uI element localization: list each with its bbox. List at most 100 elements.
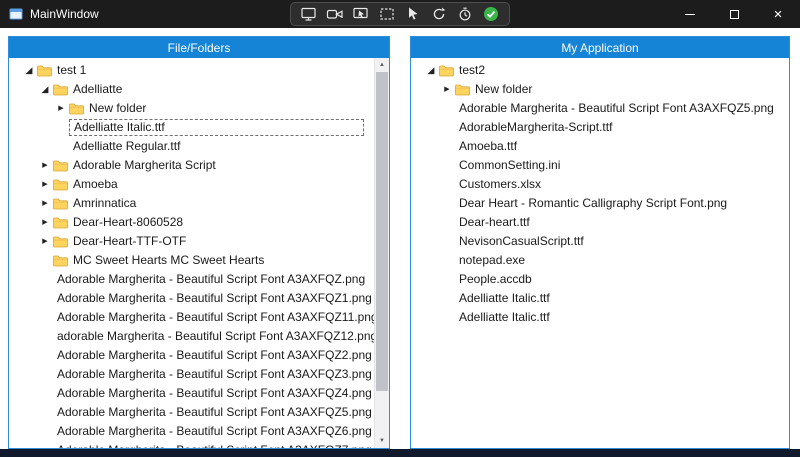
screen-demo-icon[interactable] — [350, 4, 372, 24]
expander-collapsed-icon[interactable]: ▶ — [37, 213, 53, 232]
expander-collapsed-icon[interactable]: ▶ — [53, 99, 69, 118]
tree-item-file[interactable]: Adorable Margherita - Beautiful Script F… — [9, 308, 374, 327]
tree-item-file[interactable]: NevisonCasualScript.ttf — [411, 232, 789, 251]
display-capture-icon[interactable] — [298, 4, 320, 24]
folder-icon — [439, 65, 455, 77]
tree-item-label: Dear-Heart-TTF-OTF — [69, 232, 190, 251]
tree-item-label: Adorable Margherita Script — [69, 156, 220, 175]
tree-item-file[interactable]: notepad.exe — [411, 251, 789, 270]
tree-item-folder[interactable]: ▶ Dear-Heart-TTF-OTF — [9, 232, 374, 251]
tree-item-file[interactable]: People.accdb — [411, 270, 789, 289]
tree-item-label: Adorable Margherita - Beautiful Script F… — [53, 270, 369, 289]
tree-item-file[interactable]: Adelliatte Italic.ttf — [9, 118, 374, 137]
tree-item-folder[interactable]: ▶ Adorable Margherita Script — [9, 156, 374, 175]
tree-item-folder[interactable]: ▶Amoeba — [9, 175, 374, 194]
minimize-icon — [685, 14, 695, 15]
tree-item-label: notepad.exe — [455, 251, 529, 270]
tree-item-folder[interactable]: ▶New folder — [9, 99, 374, 118]
close-icon: × — [774, 7, 783, 22]
tree-item-file[interactable]: Adorable Margherita - Beautiful Script F… — [9, 422, 374, 441]
tree-item-file[interactable]: AdorableMargherita-Script.ttf — [411, 118, 789, 137]
app-icon — [9, 7, 23, 21]
tree-item-file[interactable]: Amoeba.ttf — [411, 137, 789, 156]
scroll-down-button[interactable]: ▼ — [375, 434, 389, 448]
tree-item-label: Dear-heart.ttf — [455, 213, 534, 232]
tree-item-label: Adorable Margherita - Beautiful Script F… — [53, 422, 374, 441]
tree-item-label: Amoeba.ttf — [455, 137, 521, 156]
scroll-up-button[interactable]: ▲ — [375, 58, 389, 72]
expander-collapsed-icon[interactable]: ▶ — [439, 80, 455, 99]
tree-item-file[interactable]: Dear-heart.ttf — [411, 213, 789, 232]
tree-item-label: Adorable Margherita - Beautiful Script F… — [53, 346, 374, 365]
expander-collapsed-icon[interactable]: ▶ — [37, 175, 53, 194]
tree-item-file[interactable]: Customers.xlsx — [411, 175, 789, 194]
tree-item-file[interactable]: Dear Heart - Romantic Calligraphy Script… — [411, 194, 789, 213]
expander-expanded-icon[interactable]: ◢ — [423, 61, 439, 80]
folder-icon — [53, 217, 69, 229]
tree-item-file[interactable]: Adorable Margherita - Beautiful Script F… — [9, 365, 374, 384]
tree-item-file[interactable]: CommonSetting.ini — [411, 156, 789, 175]
arrow-down-icon: ▼ — [379, 438, 385, 444]
region-select-icon[interactable] — [376, 4, 398, 24]
tree-item-folder[interactable]: ◢ test2 — [411, 61, 789, 80]
tree-item-file[interactable]: Adorable Margherita - Beautiful Script F… — [9, 346, 374, 365]
window-controls: × — [668, 0, 800, 28]
tree-item-file[interactable]: Adorable Margherita - Beautiful Script F… — [9, 289, 374, 308]
tree-item-label: Adorable Margherita - Beautiful Script F… — [53, 384, 374, 403]
tree-item-folder[interactable]: ▶Amrinnatica — [9, 194, 374, 213]
video-camera-icon[interactable] — [324, 4, 346, 24]
tree-item-label: Adelliatte — [69, 80, 126, 99]
tree-item-folder[interactable]: ▶ New folder — [411, 80, 789, 99]
tree-item-label: Dear Heart - Romantic Calligraphy Script… — [455, 194, 731, 213]
tree-item-file[interactable]: Adelliatte Italic.ttf — [411, 308, 789, 327]
tree-item-label: Adorable Margherita - Beautiful Script F… — [53, 403, 374, 422]
folder-icon — [455, 84, 471, 96]
record-icon[interactable] — [428, 4, 450, 24]
tree-item-label: Adelliatte Italic.ttf — [69, 119, 364, 136]
maximize-button[interactable] — [712, 0, 756, 28]
tree-item-file[interactable]: Adorable Margherita - Beautiful Script F… — [9, 270, 374, 289]
window-title: MainWindow — [30, 7, 99, 21]
tree-item-label: People.accdb — [455, 270, 536, 289]
tree-item-folder[interactable]: ◢test 1 — [9, 61, 374, 80]
tree-item-label: Adorable Margherita - Beautiful Script F… — [53, 308, 374, 327]
minimize-button[interactable] — [668, 0, 712, 28]
tree-item-folder[interactable]: ▶Dear-Heart-8060528 — [9, 213, 374, 232]
tree-item-label: Adorable Margherita - Beautiful Script F… — [53, 365, 374, 384]
files-folders-panel: File/Folders ◢test 1◢ Adelliatte▶New fold… — [8, 36, 390, 449]
tree-item-file[interactable]: Adelliatte Regular.ttf — [9, 137, 374, 156]
left-panel-header: File/Folders — [9, 37, 389, 58]
expander-expanded-icon[interactable]: ◢ — [21, 61, 37, 80]
tree-item-file[interactable]: adorable Margherita - Beautiful Script F… — [9, 327, 374, 346]
tree-item-file[interactable]: Adelliatte Italic.ttf — [411, 289, 789, 308]
expander-collapsed-icon[interactable]: ▶ — [37, 156, 53, 175]
tree-item-label: CommonSetting.ini — [455, 156, 564, 175]
tree-item-label: MC Sweet Hearts MC Sweet Hearts — [69, 251, 268, 270]
tree-item-label: NevisonCasualScript.ttf — [455, 232, 588, 251]
window-bottom-edge — [0, 449, 800, 457]
tree-item-folder[interactable]: ◢ Adelliatte — [9, 80, 374, 99]
tree-item-file[interactable]: Adorable Margherita - Beautiful Script F… — [411, 99, 789, 118]
tree-item-file[interactable]: Adorable Margherita - Beautiful Script F… — [9, 384, 374, 403]
cursor-icon[interactable] — [402, 4, 424, 24]
tree-item-label: test2 — [455, 61, 489, 80]
folder-icon — [53, 236, 69, 248]
scrollbar-track[interactable] — [375, 72, 389, 434]
tree-item-file[interactable]: Adorable Margherita - Beautiful Script F… — [9, 403, 374, 422]
tree-item-label: New folder — [471, 80, 536, 99]
expander-collapsed-icon[interactable]: ▶ — [37, 194, 53, 213]
folder-icon — [53, 179, 69, 191]
vertical-scrollbar[interactable]: ▲ ▼ — [374, 58, 389, 448]
scrollbar-thumb[interactable] — [376, 72, 388, 391]
close-button[interactable]: × — [756, 0, 800, 28]
titlebar: MainWindow × — [0, 0, 800, 28]
expander-expanded-icon[interactable]: ◢ — [37, 80, 53, 99]
tree-item-file[interactable]: Adorable Margherita - Beautiful Script F… — [9, 441, 374, 448]
timer-icon[interactable] — [454, 4, 476, 24]
success-check-icon[interactable] — [480, 4, 502, 24]
tree-item-folder[interactable]: MC Sweet Hearts MC Sweet Hearts — [9, 251, 374, 270]
tree-item-label: adorable Margherita - Beautiful Script F… — [53, 327, 374, 346]
expander-collapsed-icon[interactable]: ▶ — [37, 232, 53, 251]
folder-icon — [53, 198, 69, 210]
capture-toolbar — [290, 2, 510, 26]
